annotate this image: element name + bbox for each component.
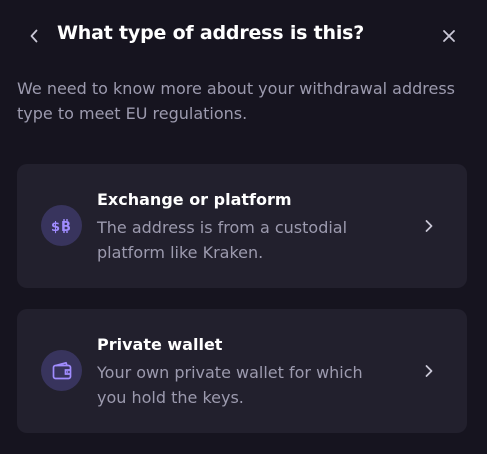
page-title: What type of address is this? bbox=[57, 22, 365, 44]
svg-text:$: $ bbox=[51, 220, 60, 234]
option-title: Private wallet bbox=[97, 335, 223, 354]
close-icon bbox=[443, 30, 455, 42]
option-icon-circle: $ B bbox=[41, 205, 82, 246]
svg-text:B: B bbox=[61, 220, 71, 234]
back-button[interactable] bbox=[22, 24, 46, 48]
exchange-currency-icon: $ B bbox=[51, 218, 71, 234]
modal-header: What type of address is this? bbox=[0, 0, 487, 72]
chevron-right-icon bbox=[419, 216, 439, 236]
close-button[interactable] bbox=[437, 24, 461, 48]
option-title: Exchange or platform bbox=[97, 190, 292, 209]
chevron-left-icon bbox=[30, 29, 38, 43]
chevron-right-icon bbox=[419, 361, 439, 381]
option-description: Your own private wallet for which you ho… bbox=[97, 363, 363, 407]
wallet-icon bbox=[52, 361, 71, 379]
option-icon-circle bbox=[41, 350, 82, 391]
option-exchange-or-platform[interactable]: $ B Exchange or platform The address is … bbox=[17, 164, 467, 288]
description-text: We need to know more about your withdraw… bbox=[17, 79, 456, 123]
option-private-wallet[interactable]: Private wallet Your own private wallet f… bbox=[17, 309, 467, 433]
option-description: The address is from a custodial platform… bbox=[97, 218, 348, 262]
